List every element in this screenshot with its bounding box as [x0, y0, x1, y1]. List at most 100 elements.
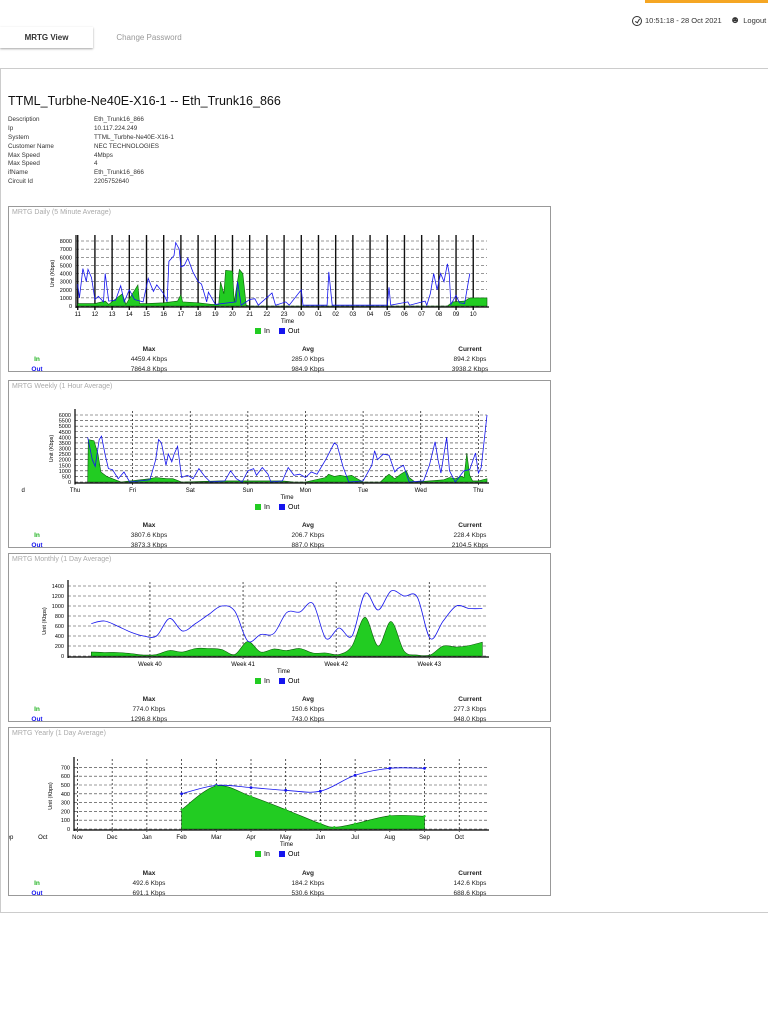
- info-row: Max Speed 4Mbps: [8, 152, 174, 161]
- x-tick-label: Mon: [300, 488, 312, 494]
- out-point: [249, 786, 253, 789]
- x-tick-label: 11: [75, 312, 82, 318]
- x-tick-label: 07: [418, 312, 425, 318]
- x-tick-label: Week 43: [417, 662, 441, 668]
- y-tick-label: 500: [61, 783, 70, 789]
- x-tick-label: 20: [229, 312, 236, 318]
- out-point: [423, 766, 426, 770]
- stats-in-value: 277.3 Kbps: [453, 706, 487, 713]
- stats-out-value: 3873.3 Kbps: [130, 542, 168, 549]
- logout-link[interactable]: Logout: [743, 16, 766, 25]
- stats-out-value: 2104.5 Kbps: [451, 542, 489, 549]
- x-tick-label: Jul: [351, 835, 359, 841]
- in-point: [249, 795, 253, 798]
- x-tick-label: 22: [264, 312, 271, 318]
- x-tick-label: 16: [160, 312, 167, 318]
- chart-panel: MRTG Yearly (1 Day Average) 0 100 200 300 400…: [8, 727, 551, 897]
- x-tick-label: Thu: [70, 488, 80, 494]
- x-axis-label: Time: [280, 495, 294, 501]
- in-point: [353, 822, 357, 825]
- out-point: [353, 773, 357, 777]
- info-value: Eth_Trunk16_866: [94, 116, 144, 123]
- y-tick-label: 0: [61, 654, 64, 660]
- stats-header: Max: [142, 522, 156, 529]
- y-tick-label: 500: [62, 474, 71, 480]
- y-tick-label: 2000: [59, 458, 71, 464]
- x-tick-label: 18: [195, 312, 202, 318]
- x-tick-label: Jan: [142, 835, 152, 841]
- stats-header: Current: [458, 870, 482, 877]
- x-tick-label: Feb: [176, 835, 187, 841]
- y-axis-label: Unit (Kbps): [50, 260, 56, 288]
- stats-row-label-out: Out: [31, 366, 43, 373]
- legend-out-swatch: [279, 851, 285, 857]
- clock-icon: [632, 15, 642, 26]
- x-tick-label: Sun: [243, 488, 254, 494]
- stats-header: Avg: [301, 696, 315, 703]
- x-tick-label: 19: [212, 312, 219, 318]
- x-tick-label: 03: [350, 312, 357, 318]
- stats-in-value: 285.0 Kbps: [291, 356, 325, 363]
- y-tick-label: 300: [61, 801, 70, 807]
- x-tick-label: Week 40: [138, 662, 162, 668]
- x-tick-label: May: [280, 835, 291, 841]
- y-tick-label: 1000: [59, 469, 71, 475]
- stats-row-label-out: Out: [31, 716, 43, 723]
- legend-in-label: In: [264, 504, 270, 511]
- info-value: 10.117.224.249: [94, 124, 138, 132]
- stats-out-value: 688.6 Kbps: [453, 890, 487, 897]
- y-tick-label: 8000: [60, 239, 72, 245]
- y-tick-label: 200: [55, 644, 64, 650]
- x-tick-label: Fri: [129, 488, 136, 494]
- out-point: [180, 792, 184, 796]
- y-tick-label: 0: [69, 304, 72, 310]
- x-tick-label: d: [21, 488, 24, 494]
- x-axis-label: Time: [281, 319, 295, 325]
- in-point: [319, 822, 322, 825]
- x-tick-label: Mar: [211, 835, 221, 841]
- stats-in-value: 3807.6 Kbps: [130, 532, 168, 539]
- in-point: [333, 826, 336, 829]
- y-tick-label: 600: [55, 624, 64, 630]
- tab-change-password[interactable]: Change Password: [104, 27, 194, 48]
- info-row: ifName Eth_Trunk16_866: [8, 169, 174, 178]
- y-tick-label: 3000: [60, 280, 72, 286]
- stats-in-value: 228.4 Kbps: [453, 532, 487, 539]
- y-tick-label: 1400: [52, 584, 64, 590]
- stats-out-value: 7864.8 Kbps: [130, 366, 168, 373]
- legend-in-label: In: [264, 678, 270, 685]
- stats-out-value: 1296.8 Kbps: [130, 716, 168, 723]
- tab-mrtg-view[interactable]: MRTG View: [0, 27, 93, 48]
- info-row: Customer Name NEC TECHNOLOGIES: [8, 143, 174, 152]
- stats-out-value: 887.0 Kbps: [291, 542, 325, 549]
- x-tick-label: 14: [126, 312, 133, 318]
- y-tick-label: 5000: [59, 424, 71, 430]
- in-series-area: [87, 439, 488, 483]
- legend-in-label: In: [264, 328, 270, 335]
- y-tick-label: 400: [55, 634, 64, 640]
- x-tick-label: 23: [281, 312, 288, 318]
- stats-header: Current: [458, 696, 482, 703]
- x-tick-label: 10: [470, 312, 477, 318]
- x-axis-label: Time: [280, 842, 294, 848]
- stats-out-value: 984.9 Kbps: [291, 366, 325, 373]
- y-tick-label: 1500: [59, 463, 71, 469]
- stats-header: Avg: [301, 522, 315, 529]
- logout-icon[interactable]: ☻: [730, 15, 741, 26]
- x-tick-label: Nov: [72, 835, 83, 841]
- x-tick-label: Oct: [38, 835, 48, 841]
- y-tick-label: 2500: [59, 452, 71, 458]
- x-tick-label: Sep: [419, 835, 430, 841]
- y-tick-label: 0: [68, 480, 71, 486]
- y-tick-label: 700: [61, 765, 70, 771]
- y-tick-label: 200: [61, 809, 70, 815]
- info-key: Circuit Id: [8, 178, 33, 186]
- y-tick-label: 7000: [60, 247, 72, 253]
- stats-row-label-in: In: [34, 706, 40, 713]
- in-point: [284, 808, 287, 811]
- x-tick-label: 13: [109, 312, 116, 318]
- y-axis-label: Unit (Kbps): [42, 607, 48, 635]
- stats-in-value: 150.6 Kbps: [291, 706, 325, 713]
- x-tick-label: Jun: [316, 835, 326, 841]
- legend-in-label: In: [264, 851, 270, 858]
